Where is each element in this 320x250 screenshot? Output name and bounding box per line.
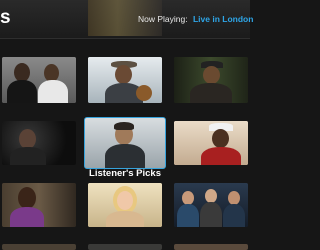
artist-tile-5[interactable] — [84, 117, 166, 169]
artist-tile-3[interactable] — [174, 57, 248, 103]
white-cap-portrait — [174, 121, 248, 165]
blonde-singer-portrait — [88, 183, 162, 227]
artist-tile-2[interactable] — [88, 57, 162, 103]
cap-artist-portrait — [174, 57, 248, 103]
male-singer-portrait — [85, 118, 165, 168]
artist-tile-7[interactable] — [2, 183, 76, 227]
artist-tile-6[interactable] — [174, 121, 248, 165]
artist-tile-partial-1[interactable] — [2, 244, 76, 250]
artist-tile-1[interactable] — [2, 57, 76, 103]
artist-tile-9[interactable] — [174, 183, 248, 227]
band-group-portrait — [174, 183, 248, 227]
guitarist-hat-portrait — [88, 57, 162, 103]
artist-tile-partial-3[interactable] — [174, 244, 248, 250]
female-singer-portrait — [2, 183, 76, 227]
artist-tile-4[interactable] — [2, 121, 76, 165]
artist-grid: Listener's Picks — [0, 0, 250, 250]
artist-tile-8[interactable] — [88, 183, 162, 227]
section-label-listeners-picks: Listener's Picks — [89, 168, 161, 179]
artist-duo-portrait — [2, 57, 76, 103]
artist-tile-partial-2[interactable] — [88, 244, 162, 250]
dark-portrait — [2, 121, 76, 165]
